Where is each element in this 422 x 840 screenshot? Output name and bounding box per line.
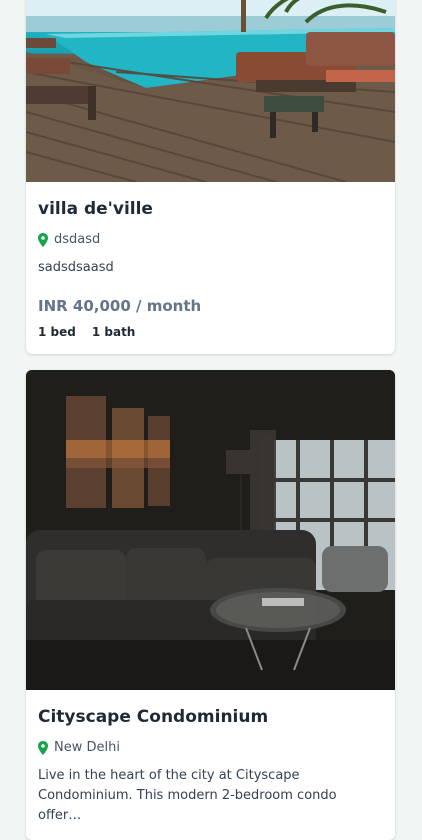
living-room-illustration: [26, 370, 395, 690]
bath-count: 1 bath: [91, 325, 136, 339]
listing-card[interactable]: villa de'ville dsdasd sadsdsaasd INR 40,…: [26, 0, 395, 354]
listing-photo[interactable]: [26, 370, 395, 690]
listing-description: Live in the heart of the city at Citysca…: [38, 768, 337, 823]
pool-deck-illustration: [26, 0, 395, 182]
listing-title[interactable]: Cityscape Condominium: [38, 707, 268, 727]
location-text: dsdasd: [54, 232, 101, 247]
listing-location: New Delhi: [38, 740, 120, 755]
location-pin-icon: [38, 232, 48, 247]
listing-description: sadsdsaasd: [38, 260, 114, 275]
listing-features: 1 bed 1 bath: [38, 325, 135, 339]
listing-price: INR 40,000 / month: [38, 297, 202, 315]
location-text: New Delhi: [54, 740, 120, 755]
listing-title[interactable]: villa de'ville: [38, 199, 153, 219]
bed-count: 1 bed: [38, 325, 76, 339]
location-pin-icon: [38, 740, 48, 755]
listing-card[interactable]: Cityscape Condominium New Delhi Live in …: [26, 370, 395, 840]
listing-location: dsdasd: [38, 232, 100, 247]
listing-photo[interactable]: [26, 0, 395, 182]
